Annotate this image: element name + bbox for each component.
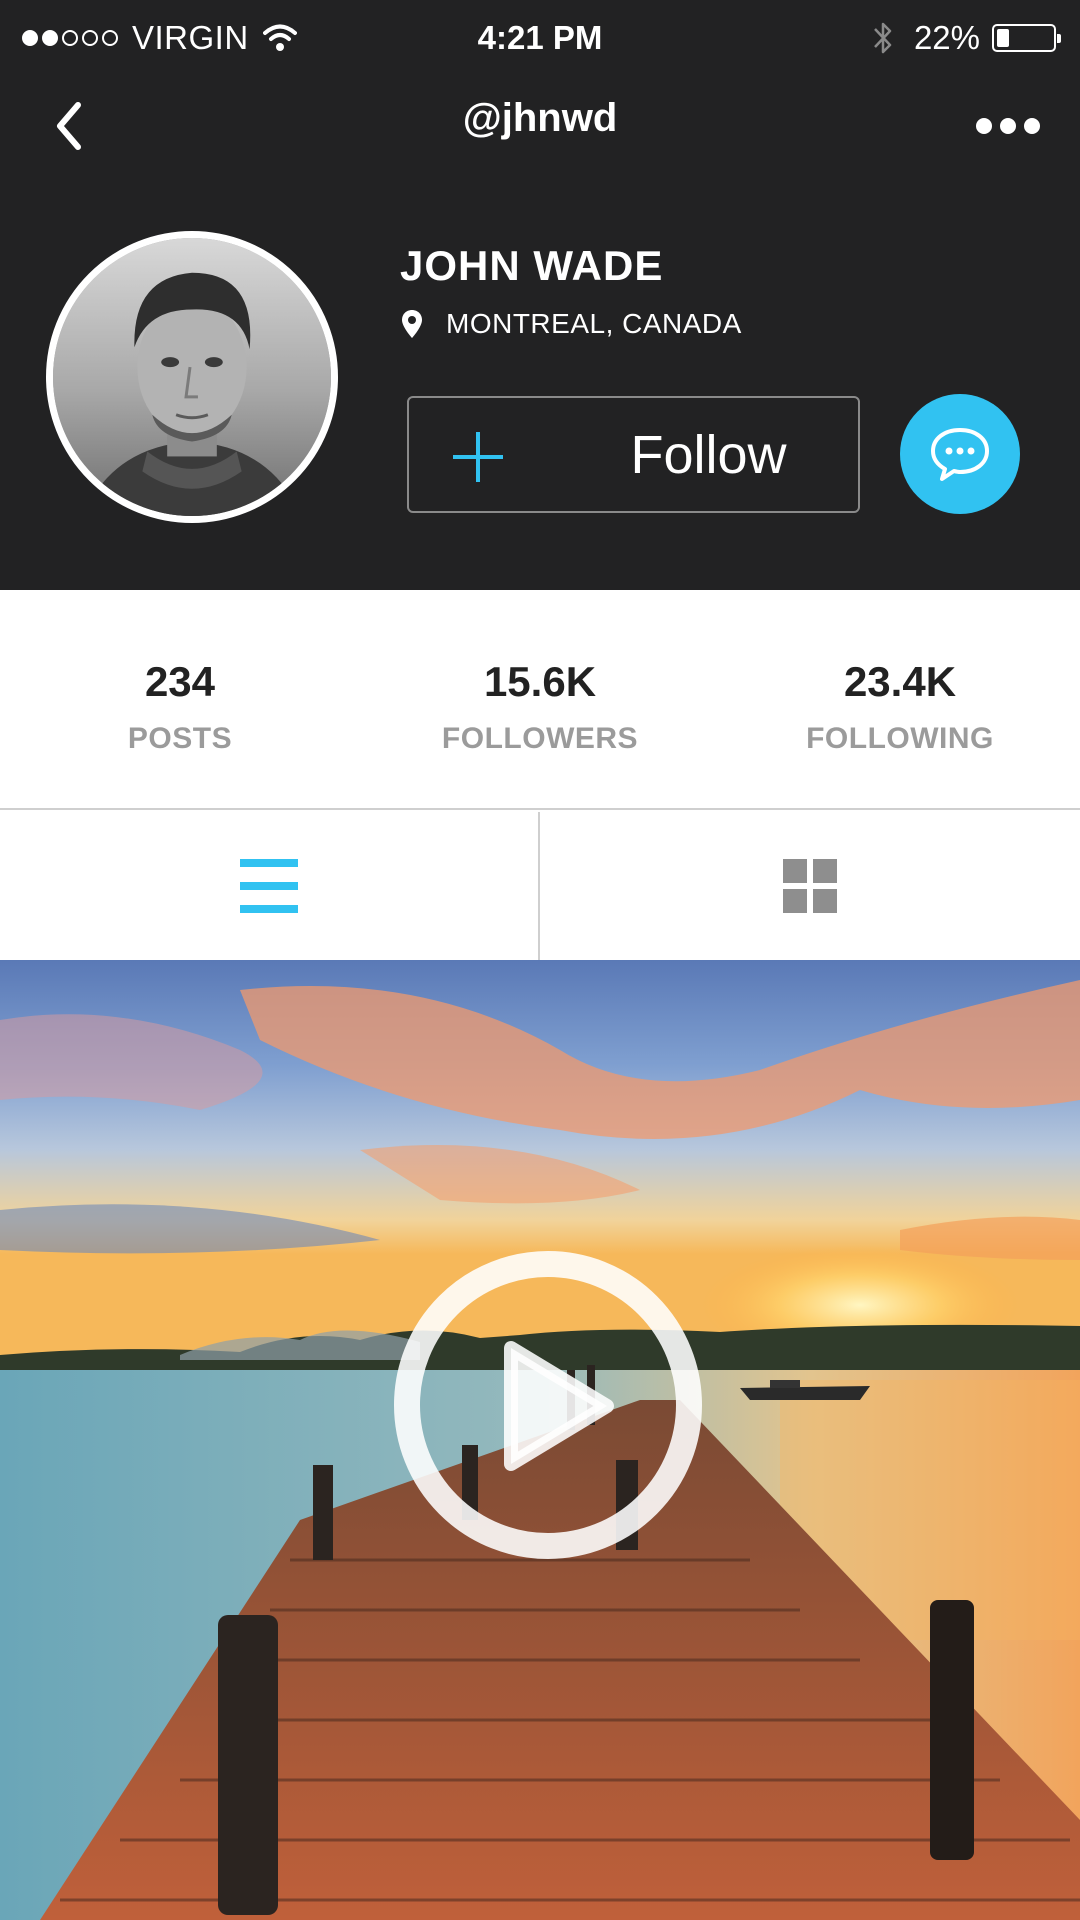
status-left: VIRGIN [22,18,297,58]
status-bar: VIRGIN 4:21 PM 22% [0,0,1080,78]
profile-stats: 234 POSTS 15.6K FOLLOWERS 23.4K FOLLOWIN… [0,590,1080,810]
grid-view-icon [783,859,837,913]
stat-value: 23.4K [843,658,957,705]
status-right: 22% [872,18,1061,58]
stat-value: 234 [144,658,216,705]
more-options-button[interactable] [976,114,1040,138]
wifi-icon [262,24,297,51]
location-text: MONTREAL, CANADA [446,308,742,339]
avatar[interactable] [46,231,338,523]
follow-label: Follow [630,424,787,485]
back-button[interactable] [44,98,94,154]
view-toggle [0,812,1080,960]
profile-name: JOHN WADE [400,242,664,289]
page-title: @jhnwd [462,96,618,140]
signal-strength-icon [22,30,118,46]
message-button[interactable] [900,394,1020,514]
profile-location: MONTREAL, CANADA [400,308,742,340]
avatar-photo [53,238,331,516]
stat-label: POSTS [127,722,233,755]
list-view-button[interactable] [0,812,540,960]
stat-label: FOLLOWING [806,722,994,755]
carrier-name: VIRGIN [132,19,249,56]
battery-level [997,29,1009,47]
location-pin-icon [402,310,422,338]
back-chevron-icon [57,102,81,150]
bluetooth-icon [874,22,892,54]
stat-value: 15.6K [483,658,597,705]
stat-followers[interactable]: 15.6K FOLLOWERS [360,590,720,808]
battery-percent: 22% [913,19,980,56]
nav-bar: @jhnwd [0,78,1080,168]
stat-label: FOLLOWERS [441,722,639,755]
follow-button[interactable]: Follow [407,396,860,513]
chat-bubble-icon [931,428,989,481]
play-icon[interactable] [393,1250,703,1560]
stat-following[interactable]: 23.4K FOLLOWING [720,590,1080,808]
profile-header: VIRGIN 4:21 PM 22% @jhnwd JOHN WADE MONT… [0,0,1080,590]
post-media[interactable] [0,960,1080,1920]
grid-view-button[interactable] [540,812,1080,960]
battery-icon [992,24,1061,52]
list-view-icon [240,859,298,913]
more-dots-icon [976,118,992,134]
stat-posts[interactable]: 234 POSTS [0,590,360,808]
